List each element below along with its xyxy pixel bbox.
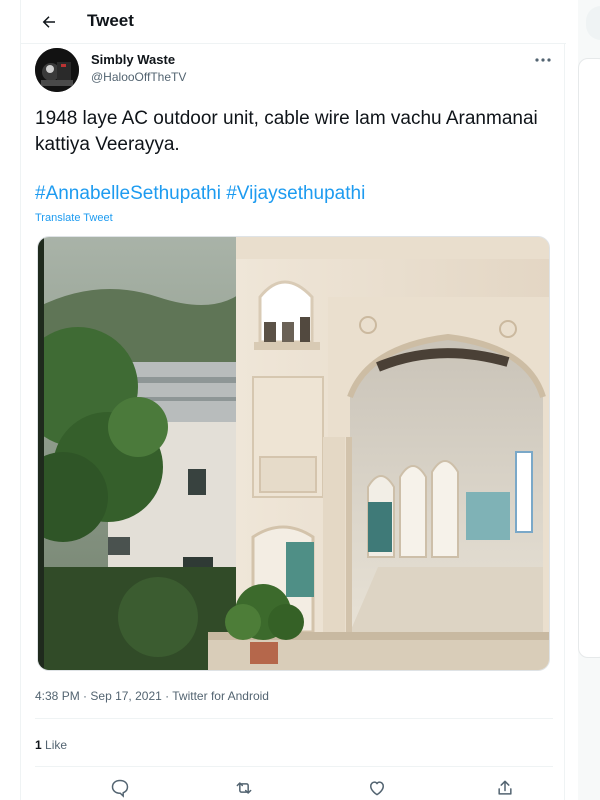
page-title: Tweet [87,11,134,30]
tweet-time[interactable]: 4:38 PM [35,689,80,703]
likes-count[interactable]: 1 Like [35,738,67,752]
hashtags: #AnnabelleSethupathi #Vijaysethupathi [35,183,365,205]
reply-button[interactable] [108,776,132,800]
more-options-button[interactable] [531,50,555,70]
divider [35,766,553,767]
tweet-source[interactable]: Twitter for Android [172,689,269,703]
action-bar [35,770,553,800]
tweet-column: Tweet Simbly Waste @HalooOffTheTV 1948 l… [20,0,566,800]
like-button[interactable] [365,776,389,800]
page: Tweet Simbly Waste @HalooOffTheTV 1948 l… [0,0,600,800]
translate-tweet-link[interactable]: Translate Tweet [35,212,113,224]
tweet-date[interactable]: Sep 17, 2021 [90,689,161,703]
author-row: Simbly Waste @HalooOffTheTV [35,48,555,92]
header: Tweet [21,0,566,44]
right-card-edge [578,58,600,658]
hashtag-link[interactable]: #Vijaysethupathi [226,183,365,204]
like-label: Like [45,738,68,752]
divider [35,718,553,719]
tweet-photo[interactable] [37,236,550,671]
retweet-button[interactable] [232,776,256,800]
author-display-name[interactable]: Simbly Waste [91,52,175,67]
tweet-meta: 4:38 PM · Sep 17, 2021 · Twitter for And… [35,689,269,703]
tweet-text: 1948 laye AC outdoor unit, cable wire la… [35,108,538,155]
back-button[interactable] [35,8,63,36]
more-icon [535,58,551,62]
arrow-left-icon [42,16,55,28]
like-count: 1 [35,738,42,752]
avatar[interactable] [35,48,79,92]
retweet-icon [236,782,252,794]
author-handle[interactable]: @HalooOffTheTV [91,70,186,84]
reply-icon [111,779,129,798]
hashtag-link[interactable]: #AnnabelleSethupathi [35,183,221,204]
meta-separator: · [165,689,170,703]
share-button[interactable] [493,776,517,800]
share-icon [498,780,512,795]
like-icon [370,781,384,796]
meta-separator: · [83,689,88,703]
